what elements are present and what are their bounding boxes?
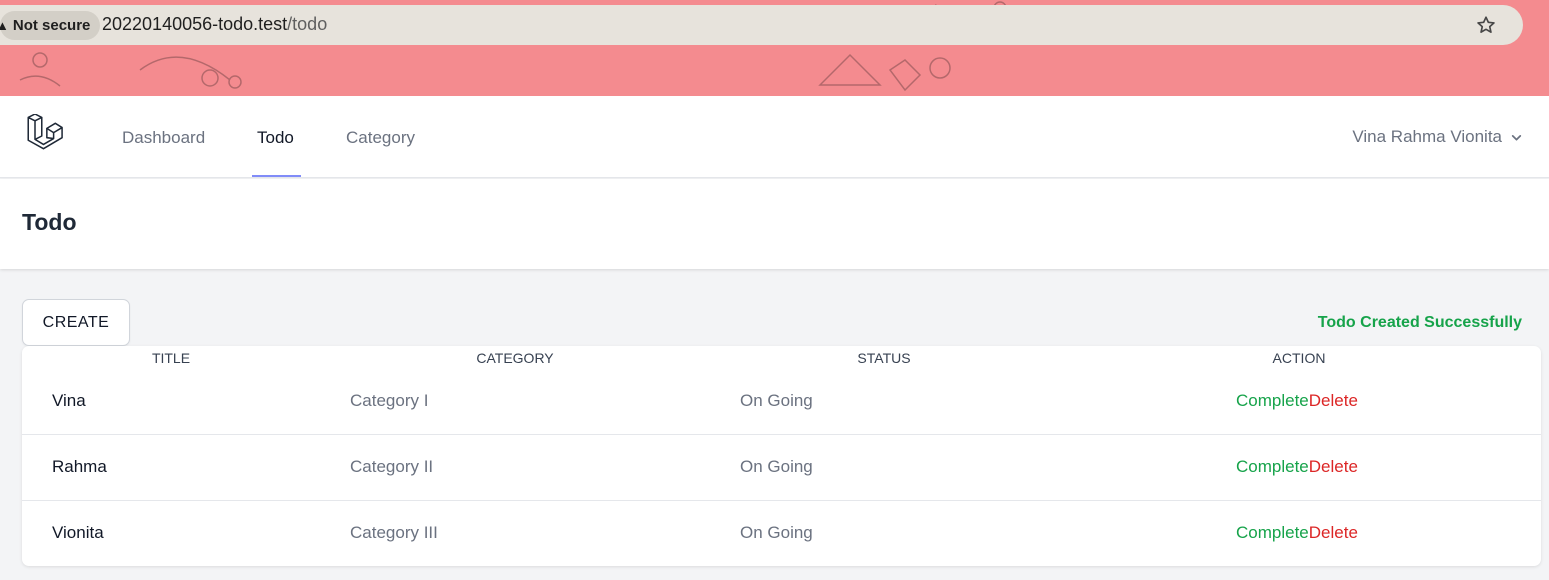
column-header-status: STATUS — [857, 350, 911, 366]
todo-category: Category II — [350, 457, 434, 476]
security-chip[interactable]: ▲ Not secure — [0, 11, 101, 40]
todo-status: On Going — [740, 523, 813, 542]
delete-button[interactable]: Delete — [1309, 457, 1358, 476]
table-row: Vina Category I On Going CompleteDelete — [22, 369, 1541, 435]
todo-status: On Going — [740, 391, 813, 410]
complete-button[interactable]: Complete — [1236, 391, 1309, 410]
url-host: 20220140056-todo.test — [102, 14, 288, 34]
todo-actions: CompleteDelete — [1236, 523, 1358, 543]
chevron-down-icon — [1511, 134, 1522, 141]
user-menu[interactable]: Vina Rahma Vionita — [1352, 127, 1523, 147]
page-header: Todo — [0, 179, 1549, 269]
laravel-logo-icon[interactable] — [24, 114, 68, 158]
todo-title: Rahma — [52, 457, 107, 476]
column-header-category: CATEGORY — [476, 350, 554, 366]
column-header-title: TITLE — [151, 350, 191, 366]
complete-button[interactable]: Complete — [1236, 523, 1309, 542]
url-path: /todo — [287, 14, 328, 34]
security-label: Not secure — [12, 17, 91, 34]
top-navigation: Dashboard Todo Category Vina Rahma Vioni… — [0, 96, 1549, 178]
todo-title: Vina — [52, 391, 86, 410]
nav-link-todo[interactable]: Todo — [257, 128, 294, 148]
delete-button[interactable]: Delete — [1309, 523, 1358, 542]
url-text[interactable]: 20220140056-todo.test/todo — [102, 14, 327, 35]
star-icon[interactable] — [1475, 14, 1497, 36]
todo-status: On Going — [740, 457, 813, 476]
active-tab-indicator — [252, 175, 301, 177]
delete-button[interactable]: Delete — [1309, 391, 1358, 410]
todo-category: Category III — [350, 523, 438, 542]
todo-actions: CompleteDelete — [1236, 457, 1358, 477]
todo-title: Vionita — [52, 523, 104, 542]
flash-message: Todo Created Successfully — [1317, 314, 1522, 331]
warning-icon: ▲ — [0, 18, 9, 33]
table-row: Vionita Category III On Going CompleteDe… — [22, 501, 1541, 567]
complete-button[interactable]: Complete — [1236, 457, 1309, 476]
todo-actions: CompleteDelete — [1236, 391, 1358, 411]
create-button[interactable]: CREATE — [22, 299, 130, 346]
nav-link-category[interactable]: Category — [346, 128, 415, 148]
address-bar[interactable]: ▲ Not secure 20220140056-todo.test/todo — [0, 5, 1523, 45]
table-row: Rahma Category II On Going CompleteDelet… — [22, 435, 1541, 501]
nav-link-dashboard[interactable]: Dashboard — [122, 128, 205, 148]
page-title: Todo — [22, 209, 77, 235]
todo-category: Category I — [350, 391, 429, 410]
user-name: Vina Rahma Vionita — [1352, 127, 1502, 146]
column-header-action: ACTION — [1272, 350, 1326, 366]
todo-table: TITLE CATEGORY STATUS ACTION Vina Catego… — [22, 346, 1541, 566]
browser-chrome: ▲ Not secure 20220140056-todo.test/todo — [0, 0, 1549, 96]
